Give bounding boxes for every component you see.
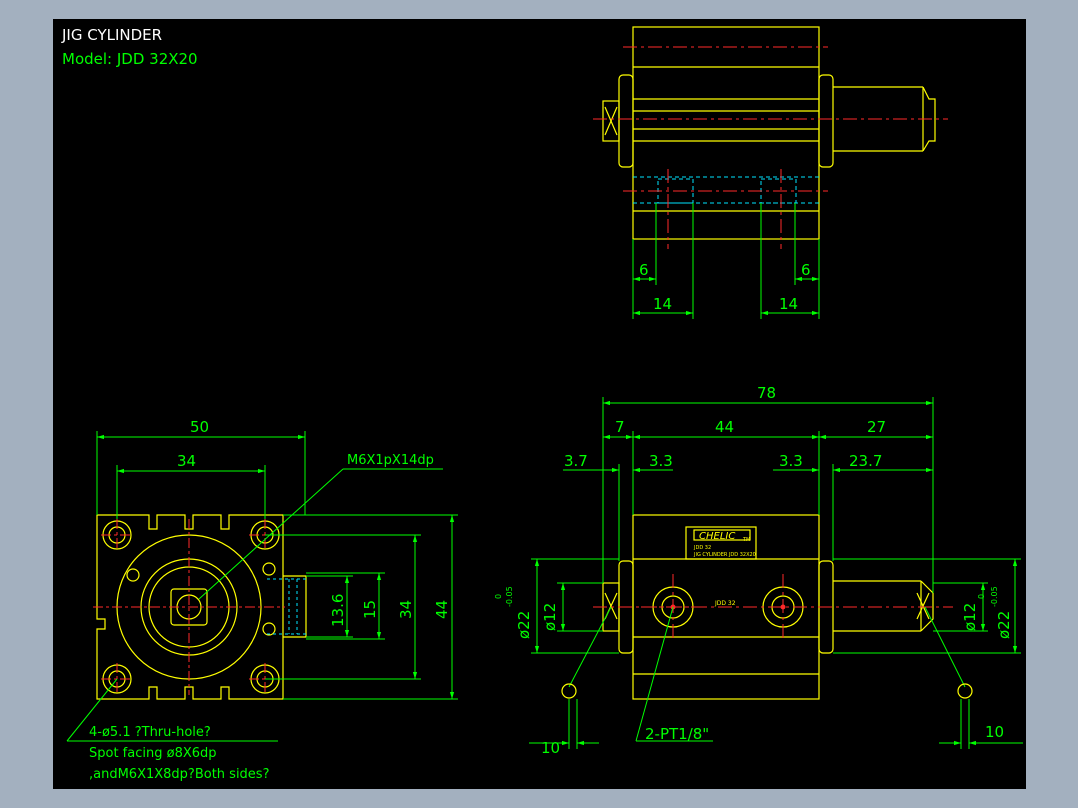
side-view-dimensions	[66, 431, 458, 742]
front-view-dimensions	[529, 397, 1023, 749]
thread-note: M6X1pX14dp	[347, 453, 434, 468]
dim-top-14-left: 14	[653, 295, 672, 313]
top-view	[602, 26, 936, 240]
dim-10-left: 10	[541, 739, 560, 757]
hole-note-1: 4-ø5.1 ?Thru-hole?	[89, 725, 211, 740]
dim-44: 44	[715, 418, 734, 436]
dia-22-left: ø22	[515, 611, 533, 639]
top-view-body	[632, 26, 820, 240]
dim-23-7: 23.7	[849, 452, 882, 470]
drawing-title: JIG CYLINDER	[61, 26, 162, 44]
brand-name: CHELIC	[699, 531, 735, 542]
dim-44-vertical: 44	[433, 600, 451, 619]
dim-34-vertical: 34	[397, 600, 415, 619]
dim-10-right: 10	[985, 723, 1004, 741]
dim-7: 7	[615, 418, 625, 436]
dim-top-6-right: 6	[801, 261, 811, 279]
dim-top-14-right: 14	[779, 295, 798, 313]
dim-top-6-left: 6	[639, 261, 649, 279]
dim-34: 34	[177, 452, 196, 470]
plate-line-2: JIG CYLINDER JDD 32X20	[693, 552, 756, 558]
body-label: JDD 32	[714, 600, 736, 607]
dia-22-right: ø22	[995, 611, 1013, 639]
tol-right-lower: -0.05	[990, 586, 999, 607]
plate-line-1: JDD 32	[693, 545, 711, 551]
dim-13-6: 13.6	[329, 594, 347, 627]
dim-3-3-a: 3.3	[649, 452, 673, 470]
brand-tm: TM	[742, 537, 750, 543]
front-view-centerlines	[593, 574, 953, 639]
dim-27: 27	[867, 418, 886, 436]
dim-3-7: 3.7	[564, 452, 588, 470]
dim-78: 78	[757, 384, 776, 402]
dia-12-left: ø12	[541, 603, 559, 631]
port-note: 2-PT1/8"	[645, 725, 709, 743]
tol-left-upper: 0	[494, 594, 503, 599]
top-view-hidden-lines	[633, 176, 819, 204]
dia-12-right: ø12	[961, 603, 979, 631]
cad-drawing-canvas: JIG CYLINDER Model: JDD 32X20 6 6 14 14 …	[53, 19, 1026, 789]
drawing-svg: JIG CYLINDER Model: JDD 32X20 6 6 14 14 …	[61, 26, 1023, 782]
dim-50: 50	[190, 418, 209, 436]
top-view-centerlines	[593, 46, 948, 249]
hole-note-3: ,andM6X1X8dp?Both sides?	[89, 767, 269, 782]
tol-left-lower: -0.05	[505, 586, 514, 607]
tol-right-upper: 0	[977, 594, 986, 599]
drawing-model: Model: JDD 32X20	[62, 50, 198, 68]
dim-3-3-b: 3.3	[779, 452, 803, 470]
hole-note-2: Spot facing ø8X6dp	[89, 746, 217, 761]
dim-15: 15	[361, 600, 379, 619]
